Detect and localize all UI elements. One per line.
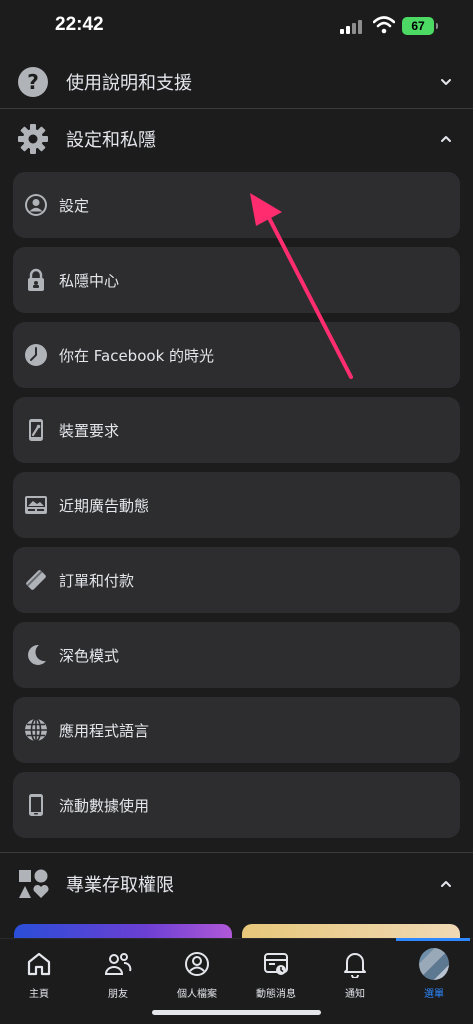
settings-privacy-section[interactable]: 設定和私隱	[0, 112, 473, 166]
menu-item-device-requests[interactable]: 裝置要求	[13, 397, 460, 463]
divider	[0, 852, 473, 853]
tab-label: 朋友	[108, 989, 128, 1000]
account-circle-icon	[24, 193, 48, 217]
menu-item-label: 私隱中心	[59, 271, 120, 290]
divider	[0, 108, 473, 109]
moon-icon	[24, 643, 48, 667]
settings-privacy-label: 設定和私隱	[66, 130, 156, 151]
menu-item-label: 流動數據使用	[59, 796, 150, 815]
menu-item-privacy-center[interactable]: 私隱中心	[13, 247, 460, 313]
menu-item-app-language[interactable]: 應用程式語言	[13, 697, 460, 763]
question-icon: ?	[16, 65, 50, 99]
professional-access-section[interactable]: 專業存取權限	[0, 856, 473, 912]
home-indicator	[152, 1010, 321, 1015]
news-feed-icon	[261, 949, 291, 979]
lock-icon	[24, 268, 48, 292]
card-icon	[24, 568, 48, 592]
menu-avatar-icon	[419, 948, 449, 980]
help-support-section[interactable]: ? 使用說明和支援	[0, 56, 473, 108]
tab-menu[interactable]: 選單	[395, 947, 473, 1003]
ad-activity-icon	[24, 493, 48, 517]
tab-label: 主頁	[29, 989, 49, 1000]
menu-item-label: 設定	[59, 196, 90, 215]
tab-home[interactable]: 主頁	[0, 947, 78, 1003]
menu-item-label: 近期廣告動態	[59, 496, 150, 515]
menu-item-time-on-facebook[interactable]: 你在 Facebook 的時光	[13, 322, 460, 388]
tab-news-feed[interactable]: 動態消息	[237, 947, 315, 1003]
professional-cards	[0, 920, 473, 954]
menu-item-label: 訂單和付款	[59, 571, 135, 590]
menu-item-label: 應用程式語言	[59, 721, 150, 740]
battery-indicator: 67	[402, 17, 438, 35]
status-bar: 22:42 67	[0, 0, 473, 56]
menu-item-settings[interactable]: 設定	[13, 172, 460, 238]
active-tab-indicator	[396, 938, 470, 941]
tab-label: 通知	[345, 989, 365, 1000]
professional-access-label: 專業存取權限	[66, 875, 174, 896]
menu-item-orders-payments[interactable]: 訂單和付款	[13, 547, 460, 613]
globe-icon	[24, 718, 48, 742]
home-icon	[24, 949, 54, 979]
tab-friends[interactable]: 朋友	[79, 947, 157, 1003]
tab-label: 個人檔案	[177, 989, 217, 1000]
phone-device-icon	[24, 418, 48, 442]
profile-icon	[182, 949, 212, 979]
chevron-down-icon[interactable]	[437, 73, 455, 91]
menu-item-label: 裝置要求	[59, 421, 120, 440]
menu-item-label: 深色模式	[59, 646, 120, 665]
gear-icon	[16, 122, 50, 156]
help-support-label: 使用說明和支援	[66, 73, 192, 94]
wifi-icon	[373, 16, 395, 34]
svg-text:?: ?	[27, 70, 39, 94]
menu-item-recent-ad-activity[interactable]: 近期廣告動態	[13, 472, 460, 538]
menu-item-label: 你在 Facebook 的時光	[59, 346, 215, 365]
shapes-icon	[16, 867, 50, 901]
status-time: 22:42	[55, 14, 104, 35]
menu-item-mobile-data[interactable]: 流動數據使用	[13, 772, 460, 838]
tab-notifications[interactable]: 通知	[316, 947, 394, 1003]
menu-item-dark-mode[interactable]: 深色模式	[13, 622, 460, 688]
tab-profile[interactable]: 個人檔案	[158, 947, 236, 1003]
tab-label: 選單	[424, 989, 444, 1000]
friends-icon	[103, 949, 133, 979]
chevron-up-icon[interactable]	[437, 130, 455, 148]
clock-icon	[24, 343, 48, 367]
bell-icon	[340, 949, 370, 979]
chevron-up-icon[interactable]	[437, 875, 455, 893]
mobile-data-icon	[24, 793, 48, 817]
tab-label: 動態消息	[256, 989, 296, 1000]
avatar	[419, 948, 449, 980]
signal-icon	[340, 20, 364, 34]
